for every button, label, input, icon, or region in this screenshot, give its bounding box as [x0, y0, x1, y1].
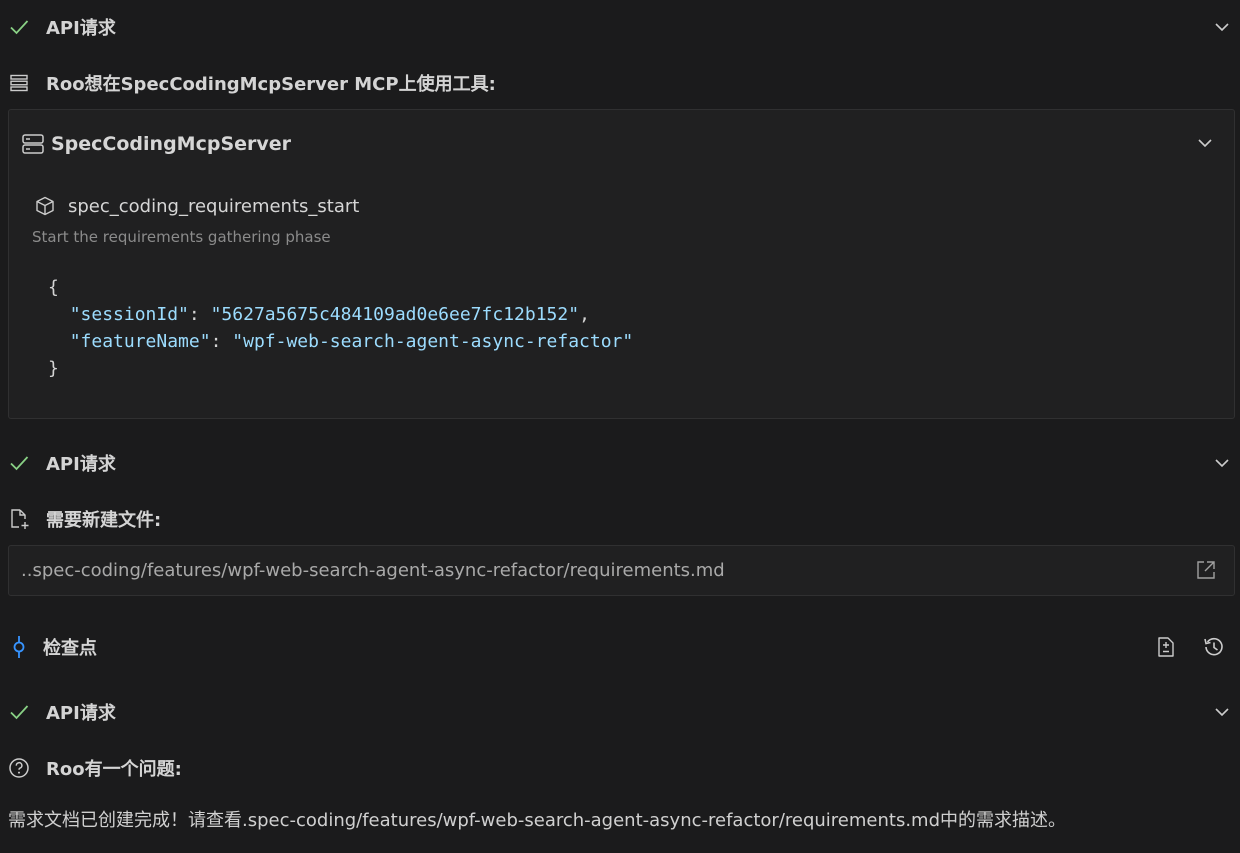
chevron-down-icon[interactable]: [1212, 453, 1232, 473]
json-key: "sessionId": [70, 304, 189, 325]
api-request-label: API请求: [46, 699, 116, 725]
json-brace: }: [48, 358, 59, 379]
check-icon: [8, 16, 30, 38]
api-request-row-2[interactable]: API请求: [0, 443, 1240, 483]
tool-description: Start the requirements gathering phase: [32, 228, 331, 246]
checkpoint-icon: [8, 636, 30, 658]
json-brace: {: [48, 277, 59, 298]
chevron-down-icon[interactable]: [1196, 134, 1214, 152]
check-icon: [8, 701, 30, 723]
question-title: Roo有一个问题:: [46, 755, 182, 781]
checkpoint-row: 检查点: [0, 627, 1240, 667]
file-path: ..spec-coding/features/wpf-web-search-ag…: [21, 560, 725, 581]
mcp-request-header: Roo想在SpecCodingMcpServer MCP上使用工具:: [0, 63, 1240, 103]
api-request-label: API请求: [46, 450, 116, 476]
json-value: "5627a5675c484109ad0e6ee7fc12b152": [211, 304, 579, 325]
checkpoint-label: 检查点: [43, 634, 97, 660]
diff-file-icon[interactable]: [1155, 636, 1177, 658]
question-text: 需求文档已创建完成！请查看.spec-coding/features/wpf-w…: [8, 806, 1066, 832]
api-request-row-3[interactable]: API请求: [0, 692, 1240, 732]
server-icon: [21, 132, 45, 156]
mcp-tool-panel: SpecCodingMcpServer spec_coding_requirem…: [8, 109, 1235, 419]
new-file-header: 需要新建文件:: [0, 499, 1240, 539]
chevron-down-icon[interactable]: [1212, 702, 1232, 722]
question-header: Roo有一个问题:: [0, 748, 1240, 788]
api-request-row-1[interactable]: API请求: [0, 7, 1240, 47]
cube-icon: [35, 196, 55, 216]
restore-history-icon[interactable]: [1203, 636, 1225, 658]
mcp-server-header[interactable]: SpecCodingMcpServer: [21, 132, 291, 156]
new-file-icon: [8, 508, 30, 530]
tool-arguments-json: { "sessionId": "5627a5675c484109ad0e6ee7…: [48, 274, 633, 382]
new-file-title: 需要新建文件:: [46, 506, 161, 532]
json-key: "featureName": [70, 331, 211, 352]
file-path-box[interactable]: ..spec-coding/features/wpf-web-search-ag…: [8, 545, 1235, 596]
check-icon: [8, 452, 30, 474]
open-external-icon[interactable]: [1196, 560, 1216, 580]
tool-name: spec_coding_requirements_start: [68, 196, 359, 217]
question-icon: [8, 757, 30, 779]
mcp-request-title: Roo想在SpecCodingMcpServer MCP上使用工具:: [46, 70, 496, 96]
json-value: "wpf-web-search-agent-async-refactor": [232, 331, 633, 352]
server-icon: [8, 72, 30, 94]
mcp-server-name: SpecCodingMcpServer: [51, 133, 291, 155]
api-request-label: API请求: [46, 14, 116, 40]
chevron-down-icon[interactable]: [1212, 17, 1232, 37]
